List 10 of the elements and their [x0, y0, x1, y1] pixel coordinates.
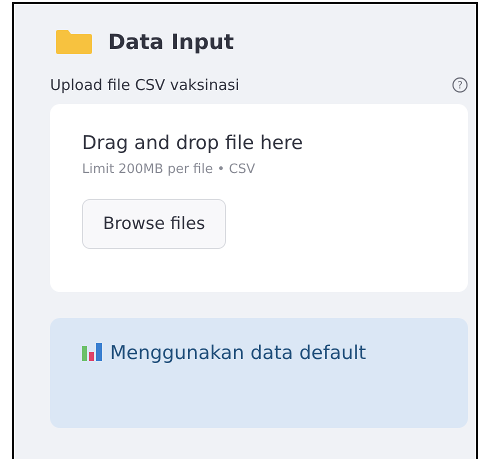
field-label: Upload file CSV vaksinasi — [50, 76, 240, 94]
file-limit-note: Limit 200MB per file • CSV — [82, 162, 256, 177]
help-icon[interactable]: ? — [452, 77, 468, 93]
dropzone-instruction: Drag and drop file here — [82, 132, 304, 154]
info-message: Menggunakan data default — [82, 340, 372, 368]
file-dropzone[interactable]: Drag and drop file here Limit 200MB per file • CSV Browse files — [50, 104, 468, 292]
folder-icon — [56, 30, 92, 54]
browse-files-button[interactable]: Browse files — [82, 199, 226, 249]
section-title: Data Input — [108, 30, 234, 54]
bar-chart-icon — [82, 343, 102, 361]
